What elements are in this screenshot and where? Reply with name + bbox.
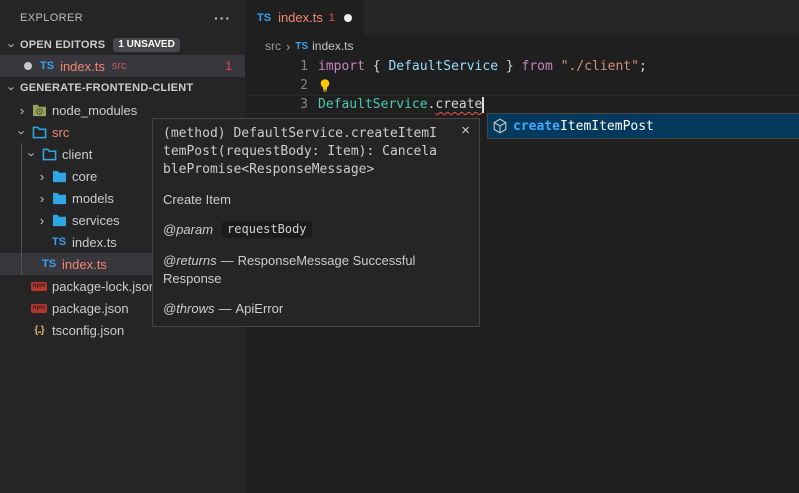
typescript-file-icon: TS: [50, 236, 68, 248]
param-tag: @param: [163, 222, 213, 237]
suggestion-label: createItemItemPost: [513, 119, 654, 134]
chevron-right-icon: ›: [34, 213, 50, 228]
chevron-down-icon: ›: [25, 146, 40, 162]
modified-dot-icon: [24, 62, 32, 70]
folder-icon: [50, 192, 68, 205]
doc-title: Create Item: [163, 192, 469, 207]
chevron-right-icon: ›: [34, 191, 50, 206]
line-number: 2: [245, 76, 308, 95]
open-editor-filename: index.ts: [60, 59, 105, 74]
chevron-right-icon: ›: [34, 169, 50, 184]
explorer-title: EXPLORER: [20, 12, 83, 24]
tab-bar: TS index.ts 1: [245, 0, 799, 35]
close-icon[interactable]: ×: [461, 123, 470, 138]
tab-problem-count: 1: [329, 12, 335, 24]
folder-open-icon: [40, 148, 58, 161]
throws-text: ApiError: [236, 301, 284, 316]
more-actions-icon[interactable]: ···: [214, 10, 231, 26]
param-name-chip: requestBody: [222, 221, 311, 238]
error-token: create: [435, 95, 482, 114]
returns-line: @returns—ResponseMessage Successful Resp…: [163, 252, 463, 288]
suggestion-create-item-item-post[interactable]: createItemItemPost: [488, 114, 799, 138]
open-editors-section[interactable]: › OPEN EDITORS 1 UNSAVED: [0, 35, 245, 55]
suggest-widget: createItemItemPost: [487, 113, 799, 139]
line-number: 1: [245, 57, 308, 76]
workspace-section[interactable]: › GENERATE-FRONTEND-CLIENT: [0, 77, 245, 99]
indent-guide: [21, 143, 22, 275]
typescript-file-icon: TS: [295, 41, 308, 52]
problem-count: 1: [225, 59, 232, 73]
method-signature: (method) DefaultService.createItemItemPo…: [163, 125, 440, 179]
breadcrumb-file[interactable]: TS index.ts: [295, 39, 353, 53]
line-number: 3: [245, 95, 308, 114]
unsaved-badge: 1 UNSAVED: [113, 38, 180, 52]
folder-open-icon: [30, 126, 48, 139]
npm-file-icon: npm: [30, 282, 48, 291]
explorer-header: EXPLORER ···: [0, 0, 245, 35]
chevron-down-icon[interactable]: ›: [5, 80, 20, 96]
workspace-label: GENERATE-FRONTEND-CLIENT: [20, 82, 193, 94]
folder-icon: [50, 170, 68, 183]
text-cursor: [482, 97, 484, 113]
code-line-1[interactable]: 1 import { DefaultService } from "./clie…: [245, 57, 799, 76]
tab-index-ts[interactable]: TS index.ts 1: [245, 0, 364, 35]
code-line-2[interactable]: 2: [245, 76, 799, 95]
param-line: @param requestBody: [163, 221, 469, 238]
unsaved-dot-icon[interactable]: [344, 14, 352, 22]
json-file-icon: {..}: [30, 325, 48, 336]
symbol-method-cube-icon: [492, 118, 508, 134]
breadcrumb: src › TS index.ts: [245, 35, 799, 57]
npm-file-icon: npm: [30, 304, 48, 313]
typescript-file-icon: TS: [257, 12, 271, 24]
tab-filename: index.ts: [278, 10, 323, 25]
node-modules-folder-icon: [30, 104, 48, 117]
open-editor-folder: src: [112, 60, 127, 72]
folder-icon: [50, 214, 68, 227]
chevron-down-icon: ›: [15, 124, 30, 140]
breadcrumb-separator-icon: ›: [286, 39, 290, 54]
lightbulb-icon[interactable]: [308, 76, 332, 95]
open-editor-item-index-ts[interactable]: TS index.ts src 1: [0, 55, 245, 77]
typescript-file-icon: TS: [40, 258, 58, 270]
code-editor[interactable]: 1 import { DefaultService } from "./clie…: [245, 57, 799, 114]
vscode-window: EXPLORER ··· › OPEN EDITORS 1 UNSAVED TS…: [0, 0, 799, 493]
throws-line: @throws—ApiError: [163, 301, 469, 316]
code-line-3[interactable]: 3 DefaultService.create: [245, 95, 799, 114]
breadcrumb-folder[interactable]: src: [265, 39, 281, 53]
typescript-file-icon: TS: [40, 60, 54, 72]
hover-tooltip: (method) DefaultService.createItemItemPo…: [152, 118, 480, 327]
open-editors-label: OPEN EDITORS: [20, 39, 105, 51]
chevron-right-icon: ›: [14, 103, 30, 118]
chevron-down-icon[interactable]: ›: [5, 37, 20, 53]
